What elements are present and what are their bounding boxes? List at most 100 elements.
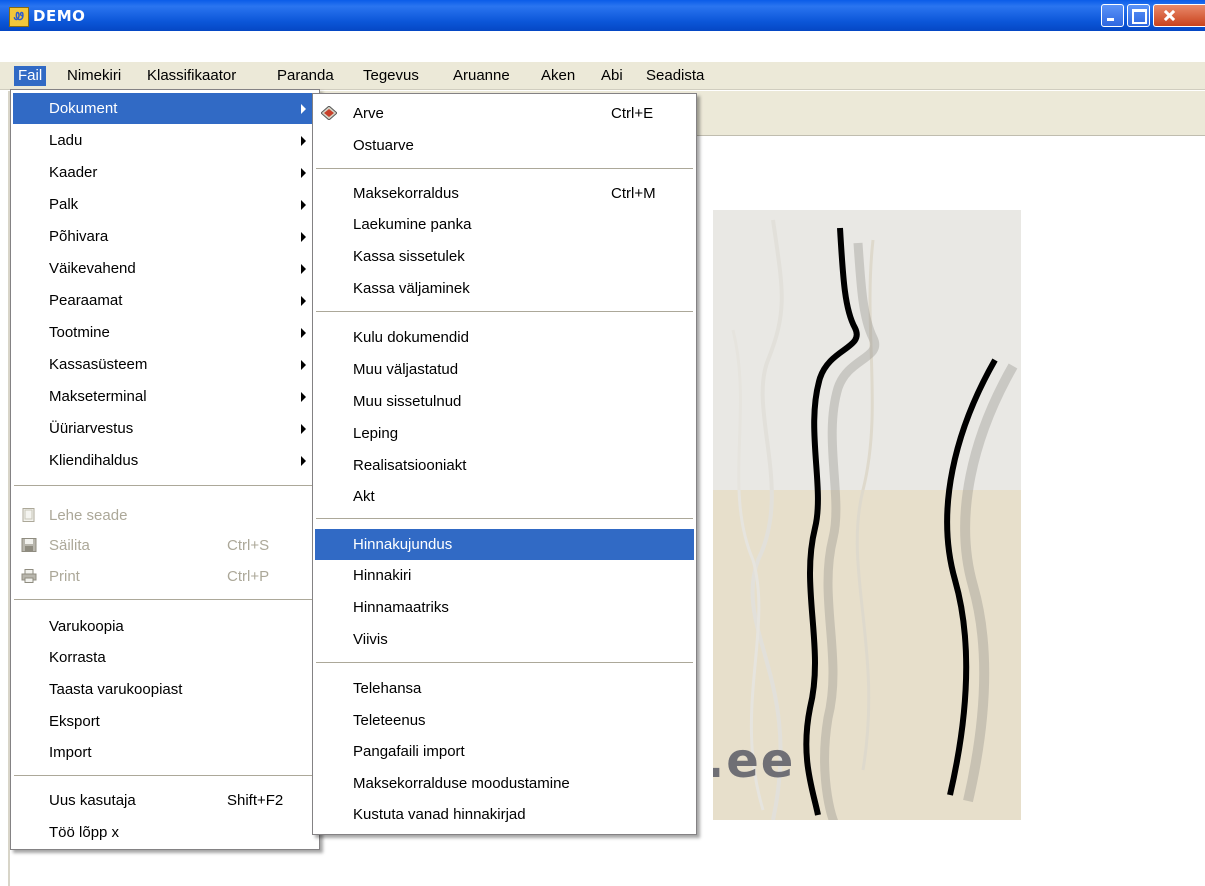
doc-menu-item-telehansa[interactable]: Telehansa	[315, 673, 694, 704]
fail-menu-item-kliendihaldus[interactable]: Kliendihaldus	[13, 445, 317, 476]
menu-item-label: Dokument	[49, 100, 118, 117]
splash-image: .ee	[713, 210, 1021, 820]
menu-item-label: Pearaamat	[49, 292, 123, 309]
fail-menu-item-korrasta[interactable]: Korrasta	[13, 642, 317, 673]
fail-menu-item-sailita[interactable]: Säilita Ctrl+S	[13, 530, 317, 561]
fail-menu-item-pohivara[interactable]: Põhivara	[13, 221, 317, 252]
menu-item-label: Säilita	[49, 537, 90, 554]
fail-menu-item-print[interactable]: Print Ctrl+P	[13, 561, 317, 592]
menu-item-label: Maksekorraldus	[353, 185, 459, 202]
menu-item-label: Põhivara	[49, 228, 109, 245]
doc-menu-item-kassa-sissetulek[interactable]: Kassa sissetulek	[315, 241, 694, 272]
fail-menu-item-uus-kasutaja[interactable]: Uus kasutaja Shift+F2	[13, 785, 317, 816]
doc-menu-item-hinnamaatriks[interactable]: Hinnamaatriks	[315, 592, 694, 623]
menu-item-label: Laekumine panka	[353, 216, 472, 233]
menu-separator	[14, 599, 316, 601]
fail-menu-item-tootmine[interactable]: Tootmine	[13, 317, 317, 348]
submenu-arrow-icon	[301, 456, 306, 466]
close-button[interactable]	[1153, 4, 1205, 27]
fail-menu-item-uuriarvestus[interactable]: Üüriarvestus	[13, 413, 317, 444]
doc-menu-item-realisatsiooniakt[interactable]: Realisatsiooniakt	[315, 450, 694, 481]
doc-menu-item-kulu-dokumendid[interactable]: Kulu dokumendid	[315, 322, 694, 353]
doc-menu-item-akt[interactable]: Akt	[315, 481, 694, 512]
doc-menu-item-arve[interactable]: Arve Ctrl+E	[315, 98, 694, 129]
menu-tegevus[interactable]: Tegevus	[359, 66, 423, 86]
fail-menu-item-too-lopp[interactable]: Töö lõpp x	[13, 817, 317, 848]
submenu-arrow-icon	[301, 328, 306, 338]
menu-item-label: Arve	[353, 105, 384, 122]
submenu-arrow-icon	[301, 424, 306, 434]
doc-menu-item-kassa-valjaminek[interactable]: Kassa väljaminek	[315, 273, 694, 304]
fail-menu-item-palk[interactable]: Palk	[13, 189, 317, 220]
menu-fail[interactable]: Fail	[14, 66, 47, 86]
menu-aken[interactable]: Aken	[537, 66, 579, 86]
minimize-button[interactable]	[1101, 4, 1124, 27]
menu-item-label: Korrasta	[49, 649, 106, 666]
menu-aruanne[interactable]: Aruanne	[449, 66, 514, 86]
menu-item-label: Leping	[353, 425, 399, 442]
menu-item-label: Taasta varukoopiast	[49, 681, 183, 698]
menu-item-label: Kulu dokumendid	[353, 329, 469, 346]
fail-menu-item-eksport[interactable]: Eksport	[13, 706, 317, 737]
menu-klassifikaator[interactable]: Klassifikaator	[143, 66, 240, 86]
fail-menu-item-kassasusteem[interactable]: Kassasüsteem	[13, 349, 317, 380]
submenu-arrow-icon	[301, 360, 306, 370]
menu-item-label: Teleteenus	[353, 712, 426, 729]
doc-menu-item-ostuarve[interactable]: Ostuarve	[315, 130, 694, 161]
submenu-arrow-icon	[301, 296, 306, 306]
fail-menu-item-import[interactable]: Import	[13, 737, 317, 768]
window-title: DEMO	[33, 7, 86, 25]
menu-nimekiri[interactable]: Nimekiri	[63, 66, 125, 86]
doc-menu-item-laekumine-panka[interactable]: Laekumine panka	[315, 209, 694, 240]
menu-item-label: Telehansa	[353, 680, 422, 697]
menu-separator	[14, 485, 316, 487]
dokument-submenu: Arve Ctrl+E Ostuarve Maksekorraldus Ctrl+M…	[312, 93, 697, 835]
menu-item-label: Väikevahend	[49, 260, 136, 277]
menu-item-label: Hinnakujundus	[353, 536, 453, 553]
fail-menu-item-varukoopia[interactable]: Varukoopia	[13, 611, 317, 642]
shortcut-label: Shift+F2	[227, 792, 284, 809]
submenu-arrow-icon	[301, 200, 306, 210]
menu-seadista[interactable]: Seadista	[642, 66, 708, 86]
doc-menu-item-hinnakujundus[interactable]: Hinnakujundus	[315, 529, 694, 560]
menu-item-label: Import	[49, 744, 92, 761]
menu-bar: Fail Nimekiri Klassifikaator Paranda Teg…	[0, 62, 1205, 90]
menu-item-label: Ladu	[49, 132, 83, 149]
menu-paranda[interactable]: Paranda	[273, 66, 338, 86]
menu-item-label: Tootmine	[49, 324, 110, 341]
fail-menu-item-lehe-seade[interactable]: Lehe seade	[13, 500, 317, 531]
menu-abi[interactable]: Abi	[597, 66, 627, 86]
menu-item-label: Viivis	[353, 631, 388, 648]
menu-item-label: Palk	[49, 196, 79, 213]
menu-item-label: Kassa väljaminek	[353, 280, 470, 297]
fail-menu-item-pearaamat[interactable]: Pearaamat	[13, 285, 317, 316]
doc-menu-item-leping[interactable]: Leping	[315, 418, 694, 449]
menu-separator	[316, 168, 693, 170]
fail-menu-item-kaader[interactable]: Kaader	[13, 157, 317, 188]
doc-menu-item-viivis[interactable]: Viivis	[315, 624, 694, 655]
doc-menu-item-maksekorraldus[interactable]: Maksekorraldus Ctrl+M	[315, 178, 694, 209]
doc-menu-item-teleteenus[interactable]: Teleteenus	[315, 705, 694, 736]
doc-menu-item-pangafaili-import[interactable]: Pangafaili import	[315, 736, 694, 767]
menu-item-label: Eksport	[49, 713, 100, 730]
menu-item-label: Muu sissetulnud	[353, 393, 462, 410]
menu-item-label: Hinnakiri	[353, 567, 412, 584]
maximize-button[interactable]	[1127, 4, 1150, 27]
doc-menu-item-muu-valjastatud[interactable]: Muu väljastatud	[315, 354, 694, 385]
fail-menu-item-makseterminal[interactable]: Makseterminal	[13, 381, 317, 412]
shortcut-label: Ctrl+M	[611, 185, 656, 202]
fail-menu-item-ladu[interactable]: Ladu	[13, 125, 317, 156]
app-icon: Ꮺ	[9, 7, 29, 27]
doc-menu-item-hinnakiri[interactable]: Hinnakiri	[315, 560, 694, 591]
submenu-arrow-icon	[301, 392, 306, 402]
menu-item-label: Muu väljastatud	[353, 361, 459, 378]
doc-menu-item-maksekorralduse-moodustamine[interactable]: Maksekorralduse moodustamine	[315, 768, 694, 799]
fail-menu-item-vaikevahend[interactable]: Väikevahend	[13, 253, 317, 284]
submenu-arrow-icon	[301, 168, 306, 178]
fail-menu-item-dokument[interactable]: Dokument	[13, 93, 317, 124]
doc-menu-item-kustuta-vanad-hinnakirjad[interactable]: Kustuta vanad hinnakirjad	[315, 799, 694, 830]
fail-menu-item-taasta-varukoopiast[interactable]: Taasta varukoopiast	[13, 674, 317, 705]
menu-item-label: Kustuta vanad hinnakirjad	[353, 806, 526, 823]
menu-item-label: Kaader	[49, 164, 98, 181]
doc-menu-item-muu-sissetulnud[interactable]: Muu sissetulnud	[315, 386, 694, 417]
